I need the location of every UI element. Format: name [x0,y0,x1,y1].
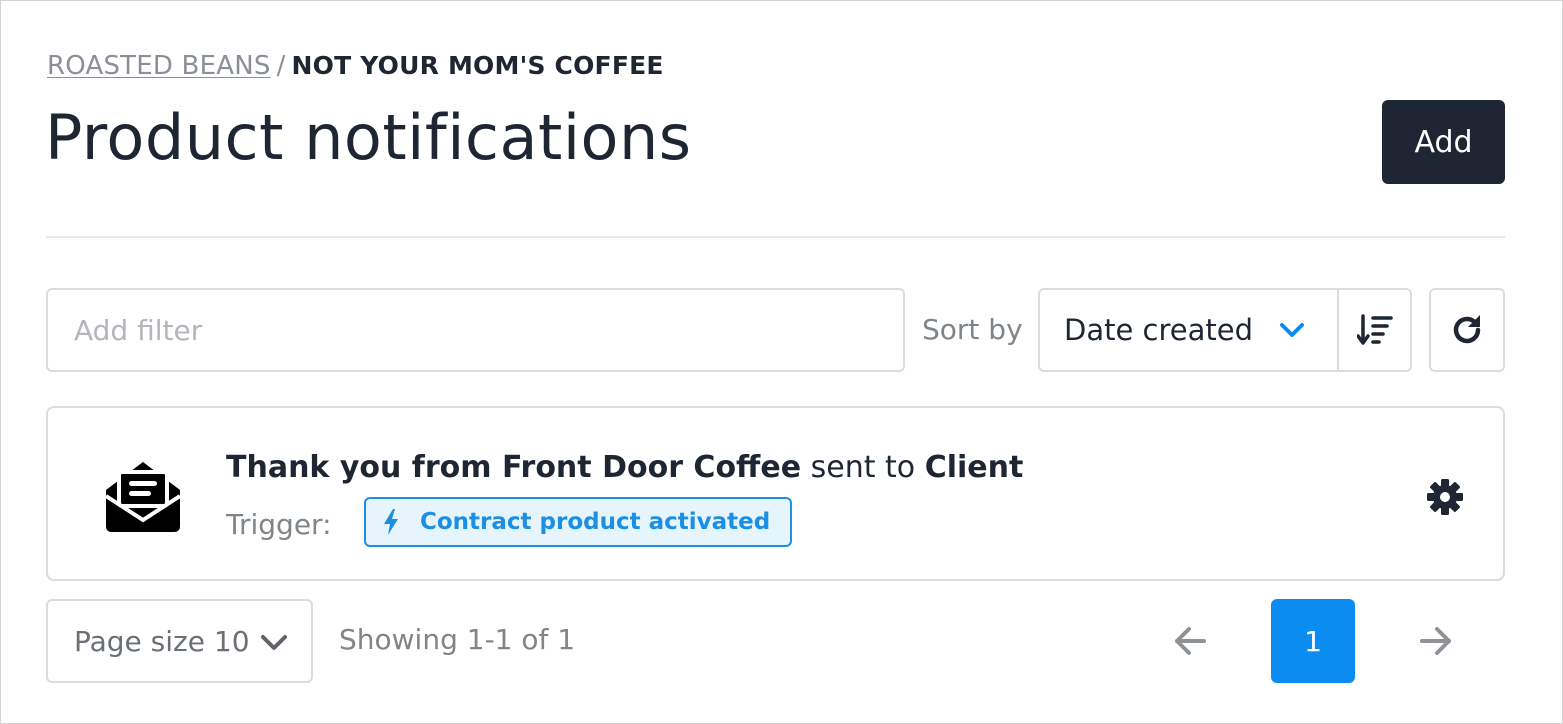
pagination-summary: Showing 1-1 of 1 [339,623,576,656]
arrow-right-icon [1420,627,1451,655]
previous-page-button[interactable] [1167,616,1213,666]
filter-input[interactable] [46,288,905,372]
page-number-button[interactable]: 1 [1271,599,1355,683]
chevron-down-icon [1280,323,1304,337]
notification-name: Thank you from Front Door Coffee [226,450,802,485]
refresh-button[interactable] [1429,288,1505,372]
next-page-button[interactable] [1413,616,1459,666]
arrow-left-icon [1175,627,1206,655]
refresh-icon [1453,315,1481,344]
add-button[interactable]: Add [1382,100,1505,184]
trigger-badge: Contract product activated [364,497,793,547]
notification-recipient: Client [924,450,1024,485]
breadcrumb-separator: / [276,51,286,81]
chevron-down-icon [261,635,287,650]
page-title: Product notifications [45,101,692,174]
page-size-select[interactable]: Page size 10 [46,599,313,683]
trigger-label: Trigger: [226,508,332,541]
trigger-text: Contract product activated [420,509,771,535]
notification-connector: sent to [810,450,916,485]
gear-icon[interactable] [1426,478,1464,516]
sort-selected-value: Date created [1064,313,1253,347]
breadcrumb: ROASTED BEANS / NOT YOUR MOM'S COFFEE [47,51,664,81]
breadcrumb-current: NOT YOUR MOM'S COFFEE [291,51,664,80]
sort-direction-button[interactable] [1337,288,1412,372]
header-divider [46,236,1505,238]
app-frame: ROASTED BEANS / NOT YOUR MOM'S COFFEE Prod… [0,0,1563,724]
notification-card: Thank you from Front Door Coffee sent to… [46,406,1505,581]
page-size-label: Page size 10 [74,624,250,658]
envelope-open-text-icon [106,462,180,532]
breadcrumb-link-roasted-beans[interactable]: ROASTED BEANS [47,51,271,81]
notification-title[interactable]: Thank you from Front Door Coffee sent to… [226,450,1023,485]
sort-descending-icon [1356,314,1393,345]
sort-select[interactable]: Date created [1038,288,1338,372]
bolt-icon [384,509,398,535]
sort-by-label: Sort by [922,313,1023,346]
